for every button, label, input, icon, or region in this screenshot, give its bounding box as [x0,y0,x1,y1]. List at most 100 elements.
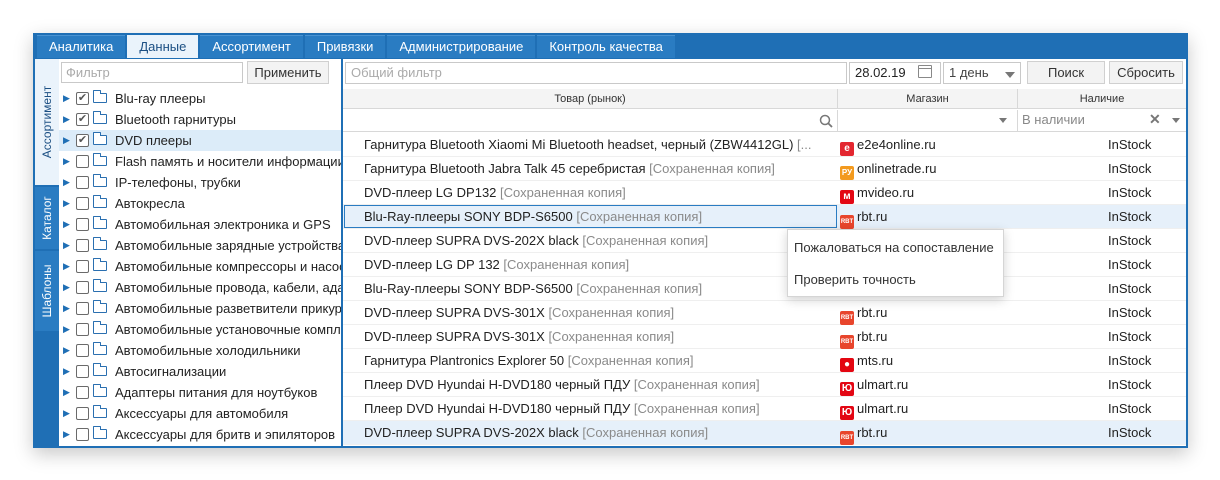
product-cell[interactable]: DVD-плеер LG DP132 [Сохраненная копия] [364,181,834,205]
table-row[interactable]: Плеер DVD Hyundai H-DVD180 черный ПДУ [С… [343,373,1186,397]
tree-item[interactable]: ▶ IP-телефоны, трубки [59,172,341,193]
product-filter-input[interactable] [343,110,838,132]
store-filter-select[interactable] [838,110,1018,132]
search-button[interactable]: Поиск [1027,61,1105,84]
expand-arrow-icon[interactable]: ▶ [63,172,70,193]
tab-1[interactable]: Данные [127,35,199,58]
saved-copy-link[interactable]: [Сохраненная копия] [582,425,708,440]
table-row[interactable]: DVD-плеер SUPRA DVS-202X black [Сохранен… [343,421,1186,445]
tab-2[interactable]: Ассортимент [200,35,303,58]
expand-arrow-icon[interactable]: ▶ [63,109,70,130]
tree-item[interactable]: ▶ Автомобильные провода, кабели, адаптеры [59,277,341,298]
apply-button[interactable]: Применить [247,61,329,84]
tree-item[interactable]: ▶ Автомобильные зарядные устройства [59,235,341,256]
tree-item[interactable]: ▶ ✔ DVD плееры [59,130,341,151]
tree-item[interactable]: ▶ Аксессуары для бритв и эпиляторов [59,424,341,445]
checkbox[interactable] [76,386,89,399]
expand-arrow-icon[interactable]: ▶ [63,130,70,151]
menu-item-check-accuracy[interactable]: Проверить точность [794,272,916,287]
product-cell[interactable]: DVD-плеер SUPRA DVS-202X black [Сохранен… [364,421,834,445]
product-cell[interactable]: Плеер DVD Hyundai H-DVD180 черный ПДУ [С… [364,397,834,421]
expand-arrow-icon[interactable]: ▶ [63,298,70,319]
tab-5[interactable]: Контроль качества [537,35,675,58]
saved-copy-link[interactable]: [Сохраненная копия] [548,329,674,344]
expand-arrow-icon[interactable]: ▶ [63,151,70,172]
expand-arrow-icon[interactable]: ▶ [63,214,70,235]
reset-button[interactable]: Сбросить [1109,61,1183,84]
clear-icon[interactable]: ✕ [1149,111,1161,128]
checkbox[interactable] [76,407,89,420]
table-row[interactable]: Blu-Ray-плееры SONY BDP-S6500 [Сохраненн… [343,277,1186,301]
tree-item[interactable]: ▶ Автомобильная электроника и GPS [59,214,341,235]
tree-item[interactable]: ▶ ✔ Blu-ray плееры [59,88,341,109]
saved-copy-link[interactable]: [Сохраненная копия] [582,233,708,248]
tree-item[interactable]: ▶ ✔ Bluetooth гарнитуры [59,109,341,130]
product-cell[interactable]: Гарнитура Plantronics Explorer 50 [Сохра… [364,349,834,373]
side-tab-catalog[interactable]: Каталог [35,187,59,249]
availability-filter-select[interactable]: В наличии ✕ [1018,110,1186,132]
column-header-availability[interactable]: Наличие [1018,89,1186,109]
tab-0[interactable]: Аналитика [37,35,126,58]
table-row[interactable]: Плеер DVD Hyundai H-DVD180 черный ПДУ [С… [343,397,1186,421]
tab-4[interactable]: Администрирование [387,35,536,58]
product-cell[interactable]: Плеер DVD Hyundai H-DVD180 черный ПДУ [С… [364,373,834,397]
table-row[interactable]: Blu-Ray-плееры SONY BDP-S6500 [Сохраненн… [343,205,1186,229]
saved-copy-link[interactable]: [Сохраненная копия] [576,281,702,296]
side-tab-templates[interactable]: Шаблоны [35,251,59,331]
expand-arrow-icon[interactable]: ▶ [63,256,70,277]
column-header-store[interactable]: Магазин [838,89,1018,109]
tree-item[interactable]: ▶ Автосигнализации [59,361,341,382]
table-row[interactable]: Гарнитура Plantronics Explorer 50 [Сохра… [343,349,1186,373]
product-cell[interactable]: DVD-плеер SUPRA DVS-301X [Сохраненная ко… [364,301,834,325]
expand-arrow-icon[interactable]: ▶ [63,88,70,109]
saved-copy-link[interactable]: [Сохраненная копия] [634,401,760,416]
expand-arrow-icon[interactable]: ▶ [63,424,70,445]
saved-copy-link[interactable]: [Сохраненная копия] [649,161,775,176]
expand-arrow-icon[interactable]: ▶ [63,340,70,361]
calendar-icon[interactable] [918,65,932,78]
tree-item[interactable]: ▶ Автомобильные компрессоры и насосы [59,256,341,277]
product-cell[interactable]: DVD-плеер SUPRA DVS-301X [Сохраненная ко… [364,325,834,349]
tree-item[interactable]: ▶ Автокресла [59,193,341,214]
column-header-product[interactable]: Товар (рынок) [343,89,838,109]
table-row[interactable]: Гарнитура Bluetooth Xiaomi Mi Bluetooth … [343,133,1186,157]
product-cell[interactable]: Blu-Ray-плееры SONY BDP-S6500 [Сохраненн… [364,205,834,229]
tree-item[interactable]: ▶ Автомобильные разветвители прикуривател… [59,298,341,319]
checkbox[interactable] [76,218,89,231]
category-filter-input[interactable]: Фильтр [61,62,243,83]
saved-copy-link[interactable]: [Сохраненная копия] [634,377,760,392]
expand-arrow-icon[interactable]: ▶ [63,361,70,382]
saved-copy-link[interactable]: [... [797,137,811,152]
saved-copy-link[interactable]: [Сохраненная копия] [548,305,674,320]
expand-arrow-icon[interactable]: ▶ [63,277,70,298]
checkbox[interactable] [76,281,89,294]
checkbox[interactable] [76,302,89,315]
checkbox[interactable] [76,197,89,210]
product-cell[interactable]: DVD-плеер LG DP 132 [Сохраненная копия] [364,253,834,277]
checkbox[interactable] [76,239,89,252]
saved-copy-link[interactable]: [Сохраненная копия] [568,353,694,368]
saved-copy-link[interactable]: [Сохраненная копия] [576,209,702,224]
checkbox[interactable]: ✔ [76,113,89,126]
product-cell[interactable]: Гарнитура Bluetooth Xiaomi Mi Bluetooth … [364,133,834,157]
menu-item-report-mapping[interactable]: Пожаловаться на сопоставление [794,240,994,255]
checkbox[interactable] [76,176,89,189]
table-row[interactable]: DVD-плеер LG DP132 [Сохраненная копия] м m… [343,181,1186,205]
tree-item[interactable]: ▶ Flash память и носители информации [59,151,341,172]
checkbox[interactable]: ✔ [76,134,89,147]
table-row[interactable]: DVD-плеер LG DP 132 [Сохраненная копия] I… [343,253,1186,277]
tree-item[interactable]: ▶ Автомобильные холодильники [59,340,341,361]
checkbox[interactable] [76,344,89,357]
product-cell[interactable]: Blu-Ray-плееры SONY BDP-S6500 [Сохраненн… [364,277,834,301]
checkbox[interactable] [76,428,89,441]
tree-item[interactable]: ▶ Аксессуары для автомобиля [59,403,341,424]
product-cell[interactable]: DVD-плеер SUPRA DVS-202X black [Сохранен… [364,229,834,253]
saved-copy-link[interactable]: [Сохраненная копия] [500,185,626,200]
expand-arrow-icon[interactable]: ▶ [63,319,70,340]
expand-arrow-icon[interactable]: ▶ [63,193,70,214]
table-row[interactable]: DVD-плеер SUPRA DVS-202X black [Сохранен… [343,229,1186,253]
checkbox[interactable] [76,365,89,378]
tree-item[interactable]: ▶ Адаптеры питания для ноутбуков [59,382,341,403]
expand-arrow-icon[interactable]: ▶ [63,235,70,256]
checkbox[interactable] [76,260,89,273]
